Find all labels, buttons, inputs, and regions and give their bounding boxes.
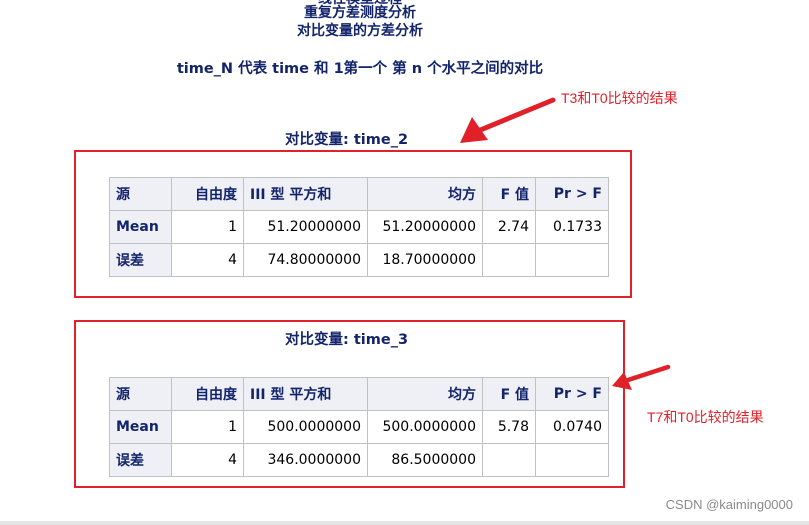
arrow-icon-second <box>612 364 671 390</box>
bottom-divider <box>0 521 809 525</box>
annotation-arrows <box>460 97 671 390</box>
arrow-icon-first <box>460 97 556 143</box>
page: 线性模型过程 重复方差测度分析 对比变量的方差分析 time_N 代表 time… <box>0 0 809 525</box>
annotation-first: T3和T0比较的结果 <box>561 90 678 106</box>
watermark: CSDN @kaiming0000 <box>665 497 793 512</box>
annotation-second: T7和T0比较的结果 <box>647 409 764 425</box>
